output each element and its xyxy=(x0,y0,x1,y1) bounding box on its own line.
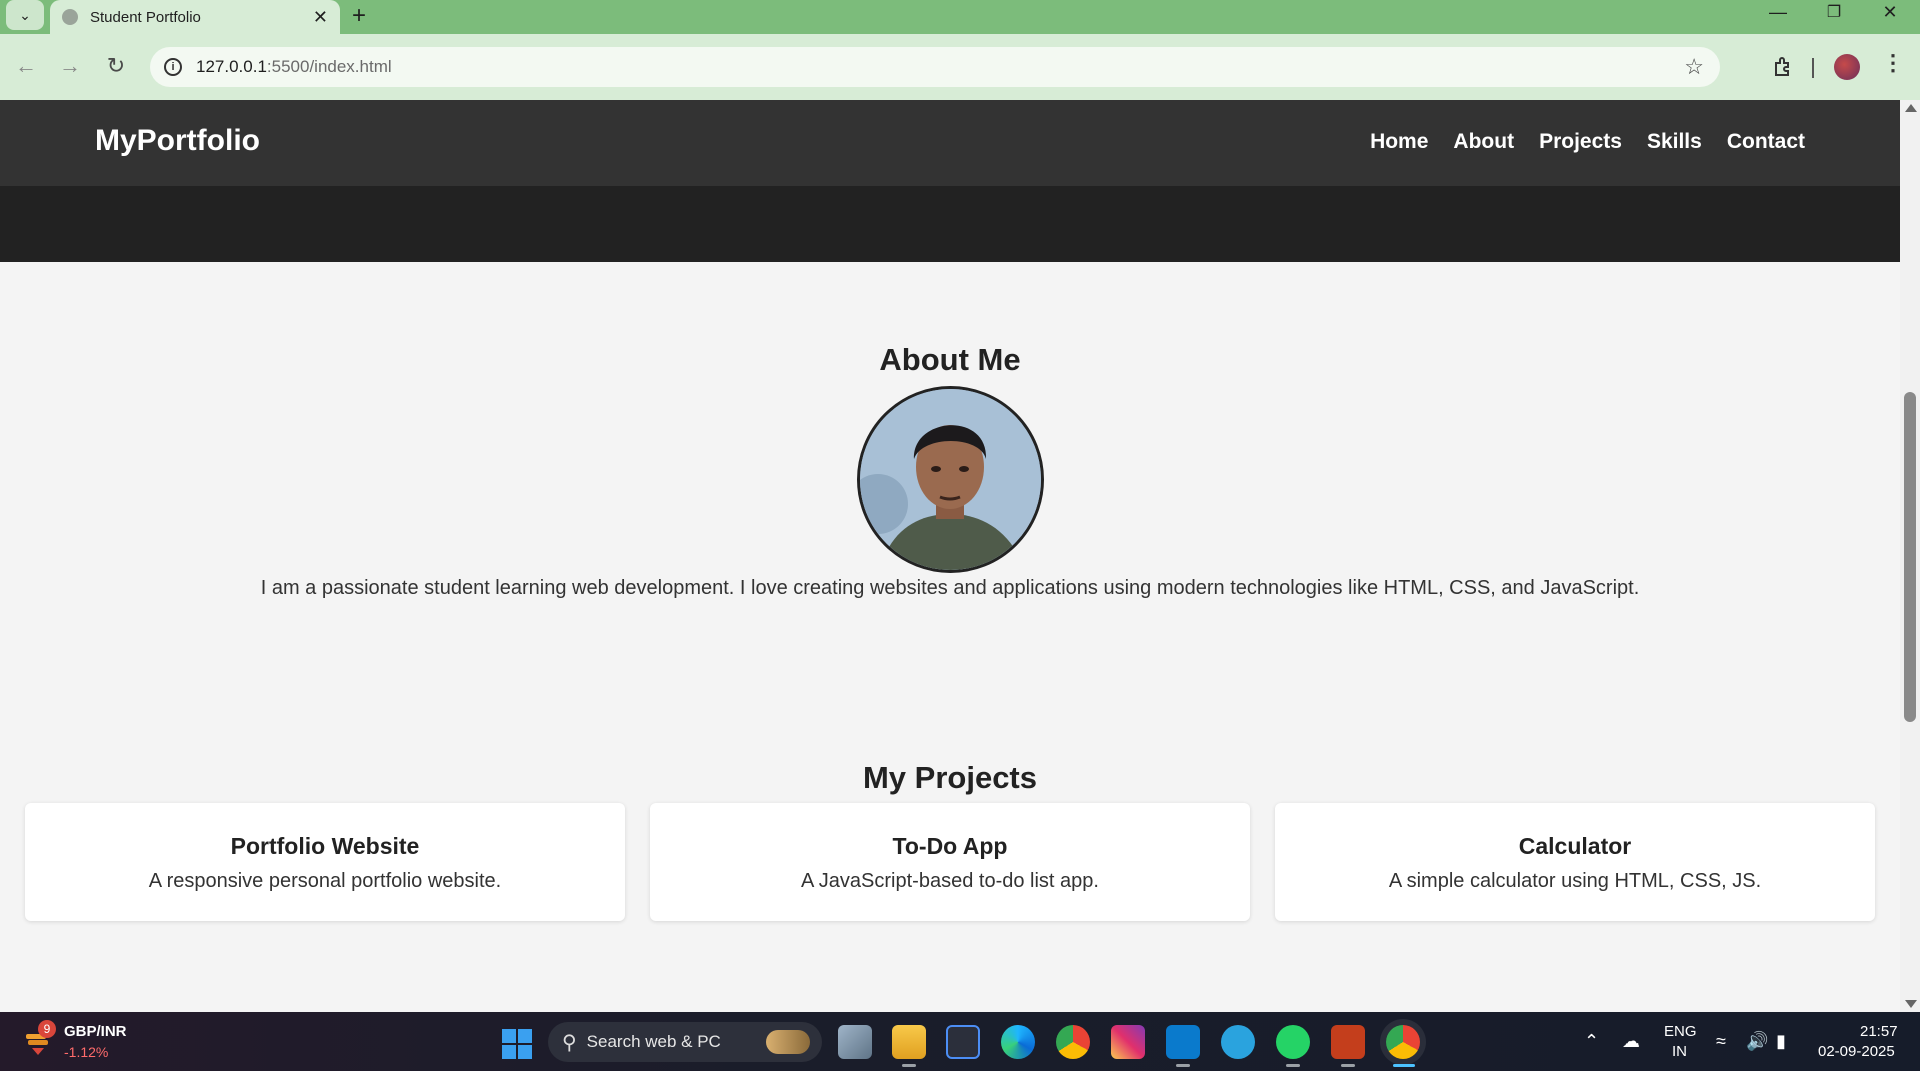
site-header: MyPortfolio Home About Projects Skills C… xyxy=(0,100,1900,186)
notification-badge: 9 xyxy=(38,1020,56,1038)
widget-name[interactable]: GBP/INR xyxy=(64,1023,127,1040)
url-host: 127.0.0.1 xyxy=(196,57,267,76)
project-card-desc: A simple calculator using HTML, CSS, JS. xyxy=(1388,870,1762,892)
profile-photo xyxy=(857,386,1044,573)
restore-icon[interactable]: ❐ xyxy=(1806,2,1862,22)
clock-date[interactable]: 02-09-2025 xyxy=(1818,1043,1895,1060)
reload-icon[interactable]: ↻ xyxy=(98,48,134,84)
chrome-icon[interactable] xyxy=(1056,1025,1090,1059)
nav-skills[interactable]: Skills xyxy=(1647,130,1702,154)
tab-title: Student Portfolio xyxy=(90,8,201,26)
nav-home[interactable]: Home xyxy=(1370,130,1428,154)
project-card-todo[interactable]: To-Do App A JavaScript-based to-do list … xyxy=(650,803,1250,921)
edge-browser-icon[interactable] xyxy=(1001,1025,1035,1059)
instagram-icon[interactable] xyxy=(1111,1025,1145,1059)
scroll-up-arrow-icon[interactable] xyxy=(1905,104,1917,112)
page-viewport: MyPortfolio Home About Projects Skills C… xyxy=(0,100,1900,1012)
volume-icon[interactable]: 🔊 xyxy=(1746,1031,1768,1052)
address-bar[interactable]: i 127.0.0.1:5500/index.html ☆ xyxy=(150,47,1720,87)
battery-icon[interactable]: ▮ xyxy=(1776,1031,1786,1052)
tab-search-button[interactable]: ⌄ xyxy=(6,0,44,30)
windows-start-icon[interactable] xyxy=(502,1029,532,1059)
vscode-icon[interactable] xyxy=(1166,1025,1200,1059)
microsoft-store-icon[interactable] xyxy=(946,1025,980,1059)
project-card-title: Portfolio Website xyxy=(230,833,420,859)
nav-contact[interactable]: Contact xyxy=(1727,130,1805,154)
app-running-indicator xyxy=(1286,1064,1300,1067)
chevron-down-icon: ⌄ xyxy=(19,6,31,23)
close-window-icon[interactable]: ✕ xyxy=(1862,2,1918,23)
search-icon: ⚲ xyxy=(562,1031,577,1054)
whatsapp-icon[interactable] xyxy=(1276,1025,1310,1059)
clock-time[interactable]: 21:57 xyxy=(1860,1023,1898,1040)
project-card-desc: A responsive personal portfolio website. xyxy=(148,870,502,892)
region-indicator: IN xyxy=(1672,1043,1687,1060)
close-tab-icon[interactable]: ✕ xyxy=(313,7,328,28)
scroll-thumb[interactable] xyxy=(1904,392,1916,722)
project-card-title: Calculator xyxy=(1518,833,1632,859)
powerpoint-icon[interactable] xyxy=(1331,1025,1365,1059)
project-card-calculator[interactable]: Calculator A simple calculator using HTM… xyxy=(1275,803,1875,921)
bookmark-star-icon[interactable]: ☆ xyxy=(1684,54,1704,80)
telegram-icon[interactable] xyxy=(1221,1025,1255,1059)
menu-dots-icon[interactable]: ⋮ xyxy=(1882,50,1904,76)
site-nav: Home About Projects Skills Contact xyxy=(1370,130,1805,154)
nav-projects[interactable]: Projects xyxy=(1539,130,1622,154)
back-icon[interactable]: ← xyxy=(8,48,44,84)
browser-toolbar: ← → ↻ i 127.0.0.1:5500/index.html ☆ ⋮ xyxy=(0,34,1920,100)
chrome-active-icon[interactable] xyxy=(1386,1025,1420,1059)
language-indicator[interactable]: ENG xyxy=(1664,1023,1697,1040)
extensions-icon[interactable] xyxy=(1766,48,1800,84)
project-card-portfolio[interactable]: Portfolio Website A responsive personal … xyxy=(25,803,625,921)
windows-taskbar: 9 GBP/INR -1.12% ⚲ Search web & PC ⌃ ☁ E… xyxy=(0,1012,1920,1071)
search-highlight-icon xyxy=(766,1030,810,1054)
project-card-desc: A JavaScript-based to-do list app. xyxy=(801,870,1099,892)
url-path: :5500/index.html xyxy=(266,57,392,76)
about-heading: About Me xyxy=(879,342,1021,377)
browser-tab-strip: ⌄ Student Portfolio ✕ + — ❐ ✕ xyxy=(0,0,1920,34)
widget-change: -1.12% xyxy=(64,1044,109,1060)
hero-section xyxy=(0,186,1900,262)
app-running-indicator xyxy=(1341,1064,1355,1067)
globe-icon xyxy=(62,9,78,25)
file-explorer-icon[interactable] xyxy=(892,1025,926,1059)
nav-about[interactable]: About xyxy=(1453,130,1514,154)
app-running-indicator xyxy=(1176,1064,1190,1067)
forward-icon[interactable]: → xyxy=(52,48,88,84)
page-scrollbar[interactable] xyxy=(1900,100,1920,1012)
browser-tab[interactable]: Student Portfolio ✕ xyxy=(50,0,340,34)
onedrive-cloud-icon[interactable]: ☁ xyxy=(1622,1031,1640,1052)
project-card-title: To-Do App xyxy=(892,833,1008,859)
toolbar-divider xyxy=(1812,58,1814,78)
task-view-icon[interactable] xyxy=(838,1025,872,1059)
app-active-indicator xyxy=(1393,1064,1415,1067)
minimize-icon[interactable]: — xyxy=(1750,2,1806,23)
wifi-icon[interactable]: ≈ xyxy=(1716,1031,1726,1052)
site-info-icon[interactable]: i xyxy=(164,58,182,76)
app-running-indicator xyxy=(902,1064,916,1067)
site-logo[interactable]: MyPortfolio xyxy=(95,124,260,158)
scroll-down-arrow-icon[interactable] xyxy=(1905,1000,1917,1008)
new-tab-button[interactable]: + xyxy=(352,2,366,30)
about-text: I am a passionate student learning web d… xyxy=(260,577,1640,599)
projects-heading: My Projects xyxy=(862,760,1037,795)
profile-avatar[interactable] xyxy=(1834,54,1860,80)
taskbar-search[interactable]: ⚲ Search web & PC xyxy=(548,1022,822,1062)
chevron-up-icon[interactable]: ⌃ xyxy=(1584,1031,1599,1052)
search-placeholder: Search web & PC xyxy=(586,1032,721,1051)
